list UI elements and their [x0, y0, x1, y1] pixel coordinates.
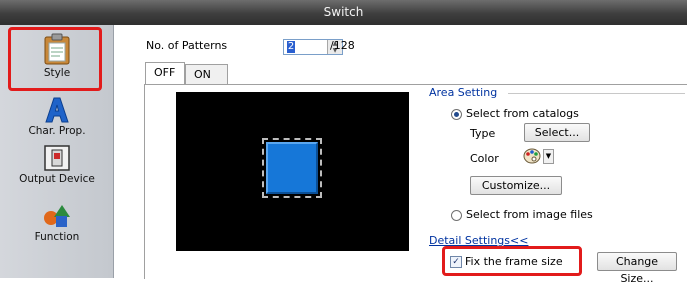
tab-on[interactable]: ON: [185, 64, 228, 84]
change-size-button-label: Change Size...: [615, 255, 659, 285]
chevron-down-icon[interactable]: ▼: [543, 149, 554, 164]
window-title-bar: Switch: [0, 0, 687, 25]
letter-a-icon: [45, 97, 69, 123]
shapes-icon: [44, 205, 70, 227]
patterns-max: /128: [330, 39, 355, 52]
sidebar-item-style[interactable]: Style: [8, 33, 106, 79]
output-device-icon: [44, 145, 70, 171]
clipboard-icon: [44, 33, 70, 65]
select-button-label: Select...: [534, 126, 580, 139]
color-picker[interactable]: ▼: [523, 147, 554, 165]
customize-button-label: Customize...: [481, 179, 551, 192]
sidebar-item-style-label: Style: [43, 67, 71, 79]
radio-catalogs[interactable]: [451, 109, 462, 120]
tab-on-label: ON: [194, 68, 211, 81]
window-title: Switch: [323, 5, 364, 19]
palette-icon: [523, 148, 541, 164]
switch-face[interactable]: [266, 142, 318, 194]
tab-off-label: OFF: [154, 66, 176, 79]
type-label: Type: [470, 127, 496, 140]
sidebar-item-output-device-label: Output Device: [19, 173, 95, 185]
select-button[interactable]: Select...: [524, 123, 590, 142]
area-setting-divider: [508, 93, 685, 94]
fix-frame-checkbox[interactable]: ✓: [450, 256, 462, 268]
sidebar-item-char-prop-label: Char. Prop.: [28, 125, 86, 137]
sidebar-item-function-label: Function: [34, 231, 80, 243]
sidebar-item-function[interactable]: Function: [8, 203, 106, 243]
patterns-value[interactable]: 2: [287, 41, 295, 53]
customize-button[interactable]: Customize...: [470, 176, 562, 195]
area-setting-title: Area Setting: [429, 86, 498, 99]
image-files-label: Select from image files: [466, 208, 593, 221]
patterns-label: No. of Patterns: [146, 39, 228, 52]
color-label: Color: [470, 152, 499, 165]
catalogs-label: Select from catalogs: [466, 107, 579, 120]
change-size-button[interactable]: Change Size...: [597, 252, 677, 285]
sidebar-item-output-device[interactable]: Output Device: [8, 145, 106, 185]
radio-image-files[interactable]: [451, 210, 462, 221]
fix-frame-label: Fix the frame size: [465, 255, 563, 268]
sidebar: Style Char. Prop. Output Device Function: [0, 25, 114, 278]
tab-off[interactable]: OFF: [145, 62, 185, 84]
sidebar-item-char-prop[interactable]: Char. Prop.: [8, 97, 106, 137]
